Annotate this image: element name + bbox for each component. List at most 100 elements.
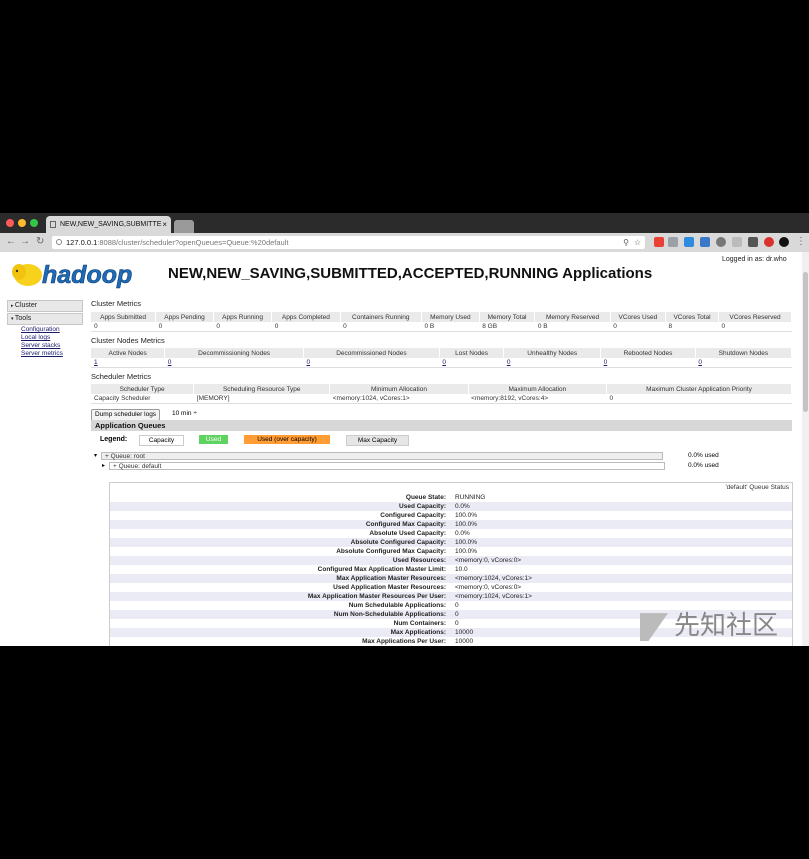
column-header[interactable]: Scheduling Resource Type	[193, 384, 331, 394]
column-header[interactable]: Apps Running	[213, 312, 273, 322]
close-window-icon[interactable]	[6, 219, 14, 227]
column-header[interactable]: Decommissioned Nodes	[303, 348, 440, 358]
sidebar-link-server-metrics[interactable]: Server metrics	[21, 350, 83, 358]
status-value: <memory:0, vCores:0>	[455, 584, 522, 591]
sidebar-link-local-logs[interactable]: Local logs	[21, 334, 83, 342]
dump-duration-select[interactable]: 10 min ÷	[172, 409, 197, 419]
scrollbar-thumb[interactable]	[803, 272, 808, 412]
page-content: hadoop Logged in as: dr.who NEW,NEW_SAVI…	[0, 252, 809, 646]
node-count-link[interactable]: 1	[91, 358, 165, 368]
application-queues-header: Application Queues	[91, 420, 792, 431]
column-header[interactable]: Memory Used	[421, 312, 480, 322]
back-icon[interactable]: ←	[6, 236, 16, 248]
extension-icon[interactable]	[764, 237, 774, 247]
column-header[interactable]: Lost Nodes	[439, 348, 505, 358]
maximize-window-icon[interactable]	[30, 219, 38, 227]
queue-expand-icon[interactable]: ▸	[102, 462, 105, 469]
queue-default-bar[interactable]: + Queue: default	[109, 462, 665, 470]
queue-default-used: 0.0% used	[688, 462, 719, 469]
column-header[interactable]: Maximum Allocation	[468, 384, 608, 394]
extension-icon[interactable]	[700, 237, 710, 247]
status-key: Num Non-Schedulable Applications:	[333, 611, 446, 618]
minimize-window-icon[interactable]	[18, 219, 26, 227]
sidebar-cluster[interactable]: ▸ Cluster	[7, 300, 83, 312]
column-header[interactable]: Rebooted Nodes	[600, 348, 696, 358]
scheduler-metrics-table: Scheduler Type Scheduling Resource Type …	[91, 384, 792, 404]
column-header[interactable]: VCores Total	[665, 312, 720, 322]
extension-icon[interactable]	[716, 237, 726, 247]
extension-icon[interactable]	[779, 237, 789, 247]
status-key: Used Resources:	[392, 557, 446, 564]
column-header[interactable]: Decommissioning Nodes	[164, 348, 304, 358]
sidebar-tools[interactable]: ▾ Tools	[7, 313, 83, 325]
queue-status-title: 'default' Queue Status	[725, 484, 789, 491]
table-cell: 0 B	[421, 322, 480, 332]
node-count-link[interactable]: 0	[303, 358, 440, 368]
search-icon[interactable]: ⚲	[623, 236, 629, 249]
tab-title: NEW,NEW_SAVING,SUBMITTE	[60, 221, 162, 228]
status-value: RUNNING	[455, 494, 486, 501]
queue-root-bar[interactable]: + Queue: root	[101, 452, 663, 460]
extension-icon[interactable]	[668, 237, 678, 247]
hadoop-logo[interactable]: hadoop	[8, 257, 142, 293]
extension-icon[interactable]	[654, 237, 664, 247]
column-header[interactable]: Apps Submitted	[91, 312, 157, 322]
menu-icon[interactable]: ⋮	[796, 236, 806, 248]
column-header[interactable]: Active Nodes	[91, 348, 166, 358]
status-value: <memory:1024, vCores:1>	[455, 575, 532, 582]
queue-default-prefix: +	[113, 463, 117, 470]
node-count-link[interactable]: 0	[164, 358, 304, 368]
extension-icon[interactable]	[732, 237, 742, 247]
bookmark-star-icon[interactable]: ☆	[634, 236, 641, 249]
legend-label: Legend:	[100, 436, 128, 443]
status-row: Absolute Configured Max Capacity: 100.0%	[110, 547, 792, 556]
column-header[interactable]: Apps Completed	[271, 312, 341, 322]
browser-toolbar: ← → ↻ 127.0.0.1:8088/cluster/scheduler?o…	[0, 233, 809, 253]
status-key: Used Application Master Resources:	[333, 584, 446, 591]
column-header[interactable]: Containers Running	[340, 312, 423, 322]
browser-tab[interactable]: NEW,NEW_SAVING,SUBMITTE ×	[46, 216, 171, 233]
address-bar[interactable]: 127.0.0.1:8088/cluster/scheduler?openQue…	[52, 236, 645, 249]
forward-icon[interactable]: →	[20, 236, 30, 248]
table-cell: 8	[665, 322, 719, 332]
status-row: Used Capacity: 0.0%	[110, 502, 792, 511]
table-cell: Capacity Scheduler	[91, 394, 194, 404]
node-count-link[interactable]: 0	[439, 358, 504, 368]
column-header[interactable]: Unhealthy Nodes	[503, 348, 602, 358]
sidebar-link-server-stacks[interactable]: Server stacks	[21, 342, 83, 350]
scrollbar[interactable]	[802, 252, 809, 646]
extension-icon[interactable]	[684, 237, 694, 247]
legend-used-over-capacity: Used (over capacity)	[244, 435, 330, 444]
tab-close-icon[interactable]: ×	[162, 216, 167, 233]
node-count-link[interactable]: 0	[600, 358, 696, 368]
sidebar-link-configuration[interactable]: Configuration	[21, 326, 83, 334]
column-header[interactable]: Memory Reserved	[534, 312, 611, 322]
status-value: <memory:0, vCores:0>	[455, 557, 522, 564]
node-count-link[interactable]: 0	[503, 358, 601, 368]
column-header[interactable]: Scheduler Type	[91, 384, 195, 394]
page-title: NEW,NEW_SAVING,SUBMITTED,ACCEPTED,RUNNIN…	[168, 265, 653, 282]
status-value: 100.0%	[455, 539, 478, 546]
status-key: Used Capacity:	[399, 503, 446, 510]
column-header[interactable]: Memory Total	[479, 312, 536, 322]
status-value: 0.0%	[455, 503, 470, 510]
new-tab-button[interactable]	[174, 220, 194, 233]
node-count-link[interactable]: 0	[695, 358, 792, 368]
queue-expand-icon[interactable]: ▾	[94, 452, 97, 459]
table-cell: 0	[155, 322, 214, 332]
queue-legend: Legend: Capacity Used Used (over capacit…	[91, 432, 792, 446]
column-header[interactable]: Shutdown Nodes	[695, 348, 793, 358]
info-icon	[56, 239, 62, 245]
status-row: Used Application Master Resources: <memor…	[110, 583, 792, 592]
column-header[interactable]: VCores Used	[610, 312, 666, 322]
queue-default-label: Queue: default	[118, 463, 162, 470]
status-key: Max Applications Per User:	[362, 638, 446, 645]
extension-icon[interactable]	[748, 237, 758, 247]
logged-in-label: Logged in as: dr.who	[722, 256, 787, 263]
reload-icon[interactable]: ↻	[36, 236, 44, 248]
column-header[interactable]: Maximum Cluster Application Priority	[606, 384, 792, 394]
tab-favicon-icon	[50, 221, 56, 228]
column-header[interactable]: Apps Pending	[155, 312, 214, 322]
column-header[interactable]: VCores Reserved	[718, 312, 792, 322]
column-header[interactable]: Minimum Allocation	[329, 384, 469, 394]
